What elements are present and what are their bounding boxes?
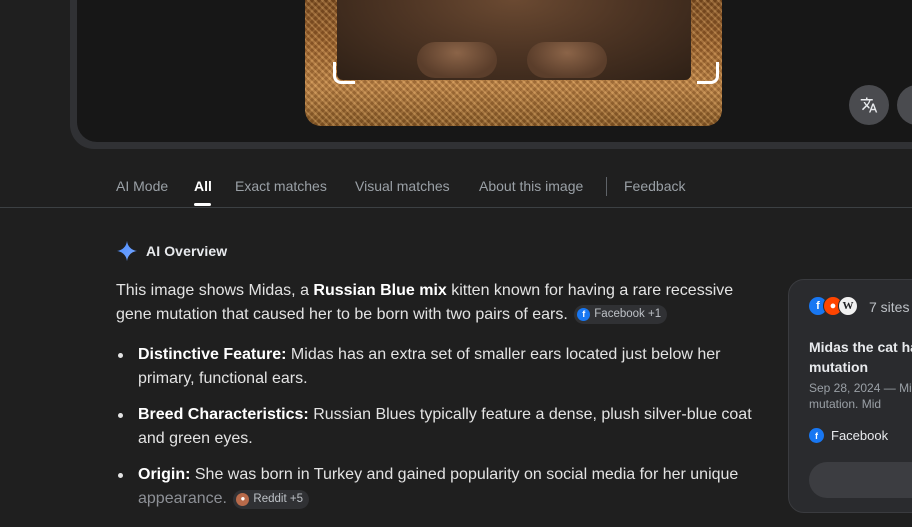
source-site[interactable]: f Facebook — [809, 428, 888, 443]
lens-results-page: ₗ AI Mode All Exact matches Visual match… — [0, 0, 912, 527]
intro-bold-text: Russian Blue mix — [313, 282, 447, 299]
show-all-button[interactable] — [809, 462, 912, 498]
cat-body — [337, 0, 691, 80]
facebook-icon: f — [809, 428, 824, 443]
tab-about-this-image[interactable]: About this image — [479, 178, 583, 194]
tab-ai-mode[interactable]: AI Mode — [116, 178, 168, 194]
source-title[interactable]: Midas the cat ha mutation — [809, 337, 912, 377]
bullet-text: She was born in Turkey and gained popula… — [190, 466, 739, 483]
tab-divider — [606, 177, 607, 196]
gemini-sparkle-icon — [116, 240, 138, 262]
tab-visual-matches[interactable]: Visual matches — [355, 178, 450, 194]
source-chip-reddit[interactable]: ● Reddit +5 — [233, 489, 309, 509]
active-tab-indicator — [194, 203, 211, 206]
intro-text: This image shows Midas, a — [116, 282, 314, 299]
image-preview[interactable] — [305, 0, 722, 126]
sources-count[interactable]: 7 sites — [869, 299, 909, 315]
ai-overview-intro: This image shows Midas, a Russian Blue m… — [116, 279, 756, 327]
tab-exact-matches[interactable]: Exact matches — [235, 178, 327, 194]
ai-overview-header: AI Overview — [116, 240, 227, 262]
results-tabs: AI Mode All Exact matches Visual matches… — [0, 170, 912, 208]
source-chip-facebook[interactable]: f Facebook +1 — [574, 304, 668, 324]
tab-feedback[interactable]: Feedback — [624, 178, 685, 194]
bullet-text-faded: appearance. — [138, 490, 227, 507]
crop-handle-bottom-left[interactable] — [333, 62, 355, 84]
bullet-title: Breed Characteristics: — [138, 406, 309, 423]
bullet-title: Origin: — [138, 466, 191, 483]
source-site-name: Facebook — [831, 428, 889, 443]
source-favicons: f ● W — [808, 296, 858, 316]
source-chip-label: Facebook +1 — [594, 308, 662, 320]
ai-overview-bullets: Distinctive Feature: Midas has an extra … — [116, 343, 766, 523]
translate-button[interactable] — [849, 85, 889, 125]
cat-paw — [417, 42, 497, 78]
source-chip-label: Reddit +5 — [253, 493, 303, 505]
list-item: Origin: She was born in Turkey and gaine… — [116, 463, 766, 511]
facebook-icon: f — [577, 307, 591, 321]
bullet-title: Distinctive Feature: — [138, 346, 287, 363]
list-item: Breed Characteristics: Russian Blues typ… — [116, 403, 766, 451]
source-snippet: Sep 28, 2024 — Mi gene mutation. Mid — [809, 381, 912, 411]
cat-paw — [527, 42, 607, 78]
crop-handle-bottom-right[interactable] — [697, 62, 719, 84]
list-item: Distinctive Feature: Midas has an extra … — [116, 343, 766, 391]
translate-icon — [860, 97, 878, 113]
tab-all[interactable]: All — [194, 178, 212, 194]
reddit-icon: ● — [236, 492, 250, 506]
sources-card[interactable]: f ● W 7 sites Midas the cat ha mutation … — [788, 279, 912, 513]
wikipedia-icon: W — [838, 296, 858, 316]
ai-overview-title: AI Overview — [146, 243, 228, 259]
